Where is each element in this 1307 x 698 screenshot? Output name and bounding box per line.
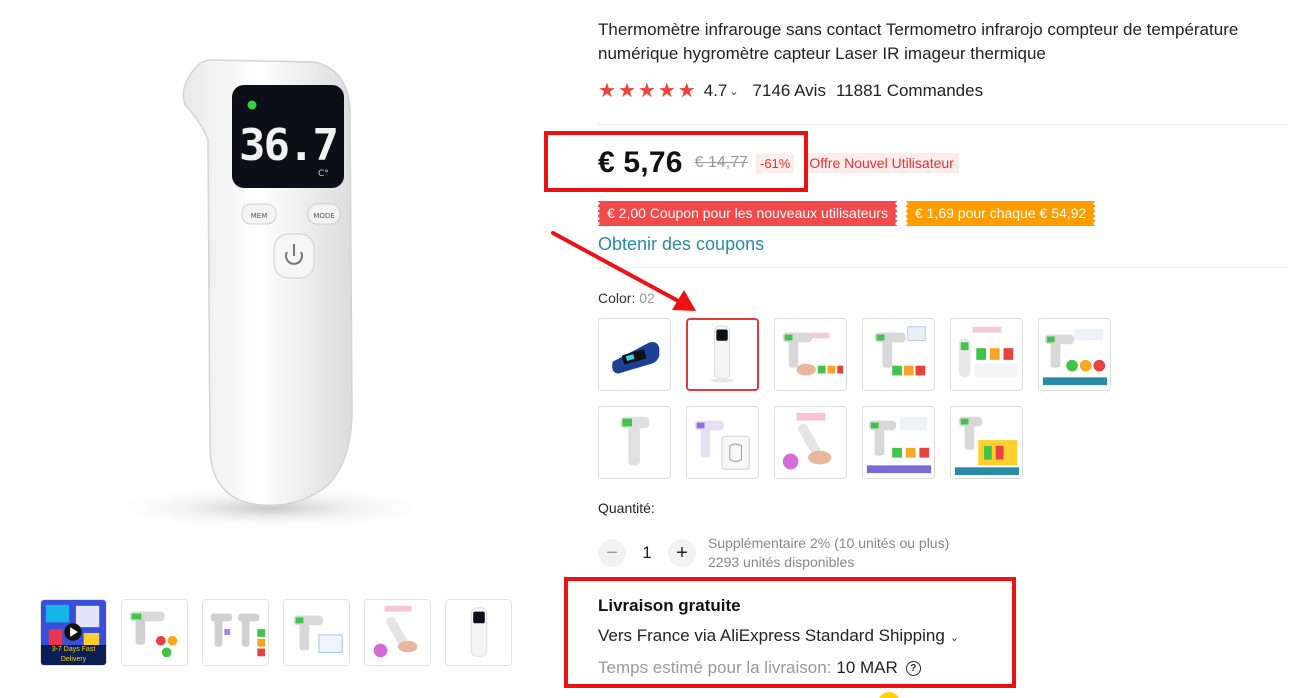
variant-option-selected[interactable] [686, 318, 759, 391]
spend-coupon[interactable]: € 1,69 pour chaque € 54,92 [903, 201, 1098, 226]
price-highlight-box [544, 131, 808, 192]
star-icon: ★ [598, 80, 616, 102]
star-icon: ★ [657, 80, 676, 102]
thumbnail-badge: 3-7 Days Fast Delivery [41, 645, 106, 665]
quantity-value[interactable]: 1 [626, 543, 668, 563]
product-title: Thermomètre infrarouge sans contact Term… [598, 20, 1239, 63]
rating-value[interactable]: 4.7 [704, 81, 728, 101]
mem-label: MEM [251, 212, 268, 220]
thumbnail[interactable] [202, 599, 269, 666]
color-variant-grid [598, 318, 1198, 479]
orders-count: 11881 Commandes [835, 81, 984, 100]
bulk-discount-note: Supplémentaire 2% (10 unités ou plus) [708, 535, 950, 551]
stock-note: 2293 unités disponibles [708, 554, 855, 570]
display-reading: 36.7 [239, 120, 337, 171]
reviews-link[interactable]: 7146 Avis [753, 81, 826, 101]
divider [598, 124, 1288, 125]
color-label-text: Color: [598, 290, 636, 306]
variant-option[interactable] [774, 318, 847, 391]
color-label: Color: 02 [598, 290, 655, 306]
divider [598, 267, 1288, 268]
display-unit: C° [318, 169, 329, 179]
rating-stars: ★ ★ ★ ★ ★ [598, 81, 696, 101]
main-product-image[interactable]: 36.7 C° MEM MODE [60, 30, 500, 550]
variant-option[interactable] [598, 318, 671, 391]
new-user-coupon[interactable]: € 2,00 Coupon pour les nouveaux utilisat… [596, 201, 899, 226]
emoji-icon [878, 692, 900, 698]
new-user-offer-badge: Offre Nouvel Utilisateur [804, 153, 959, 173]
variant-option[interactable] [862, 406, 935, 479]
star-icon: ★ [617, 80, 636, 102]
quantity-decrease-button[interactable]: − [598, 539, 626, 567]
variant-option[interactable] [598, 406, 671, 479]
variant-option[interactable] [1038, 318, 1111, 391]
variant-option[interactable] [862, 318, 935, 391]
mode-label: MODE [313, 212, 334, 220]
rating-row: ★ ★ ★ ★ ★ 4.7 ⌄ 7146 Avis 11881 Commande… [598, 81, 983, 101]
thumbnail[interactable] [364, 599, 431, 666]
star-icon: ★ [677, 80, 696, 102]
thumbnail[interactable] [445, 599, 512, 666]
quantity-notes: Supplémentaire 2% (10 unités ou plus) 22… [708, 534, 949, 572]
variant-option[interactable] [950, 406, 1023, 479]
thumbnail-strip: 3-7 Days Fast Delivery [40, 599, 512, 666]
coupon-row: € 2,00 Coupon pour les nouveaux utilisat… [596, 201, 1098, 226]
get-coupons-link[interactable]: Obtenir des coupons [598, 234, 764, 255]
color-selected-value: 02 [639, 290, 655, 306]
thumbnail[interactable] [283, 599, 350, 666]
thumbnail[interactable] [121, 599, 188, 666]
star-icon: ★ [637, 80, 656, 102]
quantity-stepper: − 1 + Supplémentaire 2% (10 unités ou pl… [598, 534, 949, 572]
variant-option[interactable] [686, 406, 759, 479]
thumbnail-video[interactable]: 3-7 Days Fast Delivery [40, 599, 107, 666]
variant-option[interactable] [950, 318, 1023, 391]
quantity-label: Quantité: [598, 500, 655, 516]
quantity-increase-button[interactable]: + [668, 539, 696, 567]
chevron-down-icon[interactable]: ⌄ [729, 85, 738, 98]
shipping-highlight-box [564, 577, 1016, 688]
variant-option[interactable] [774, 406, 847, 479]
